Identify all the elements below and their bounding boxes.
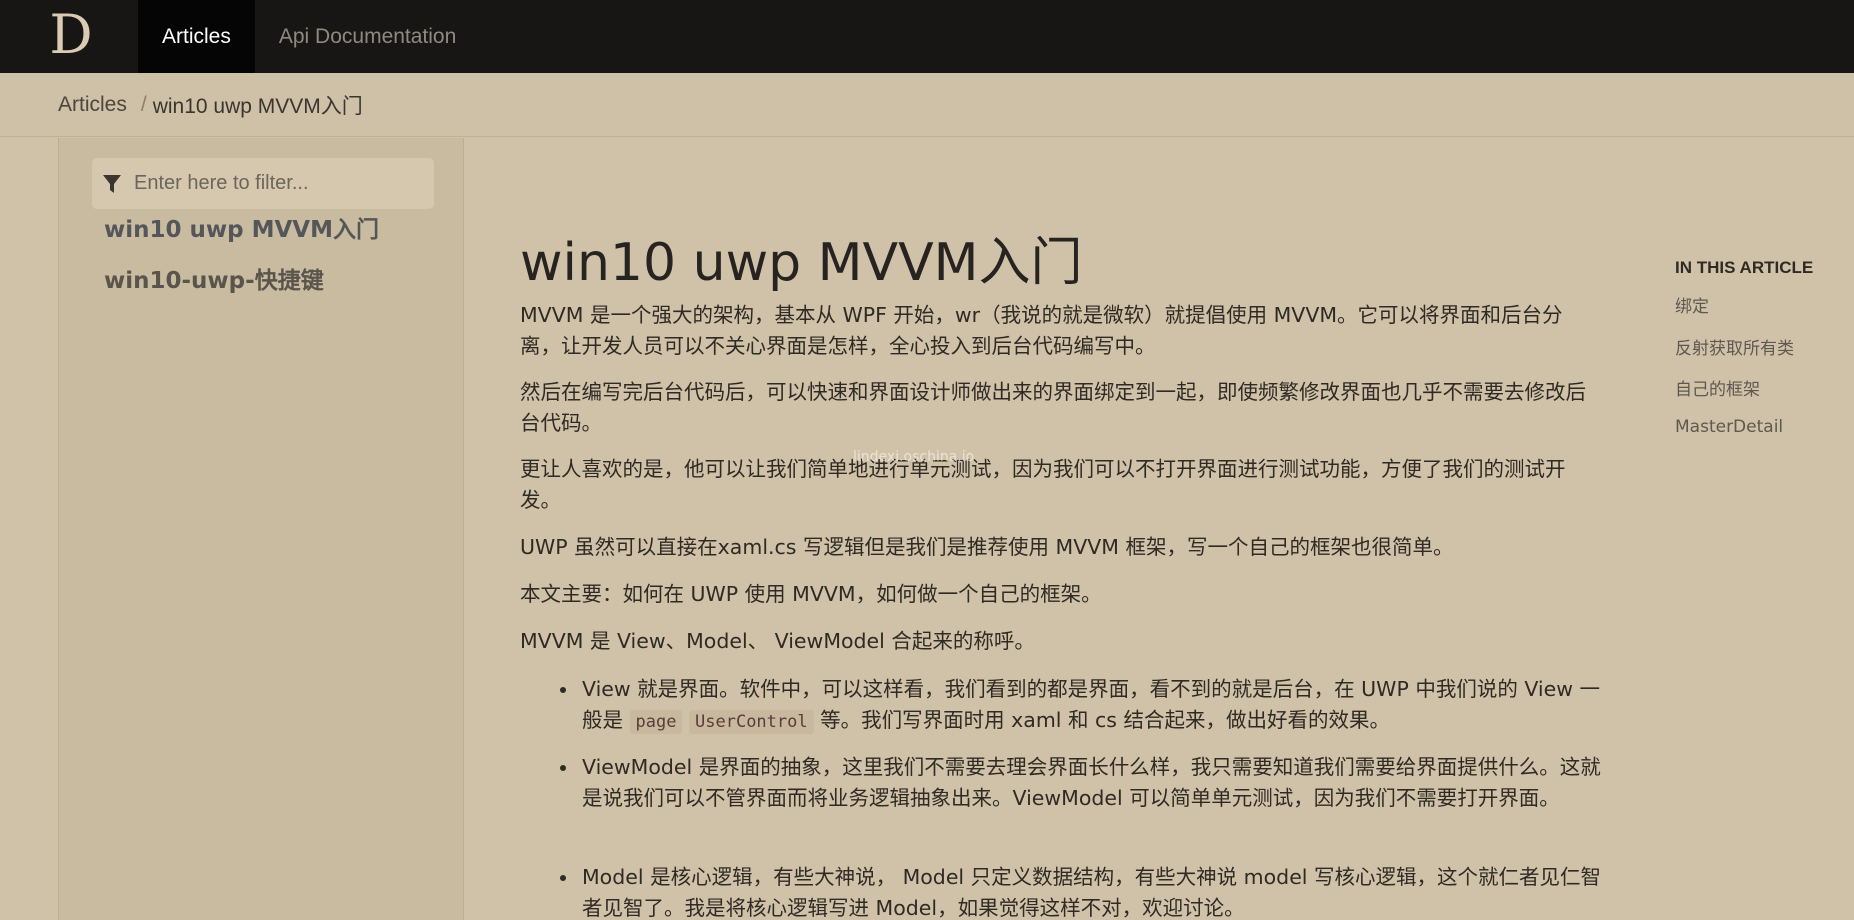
toc-link-masterdetail[interactable]: MasterDetail	[1675, 417, 1854, 459]
sidebar: win10 uwp MVVM入门 win10-uwp-快捷键	[58, 138, 464, 920]
breadcrumb-separator: /	[140, 92, 147, 116]
viewmodel-text: ViewModel 是界面的抽象，这里我们不需要去理会界面长什么样，我只需要知道…	[582, 755, 1601, 810]
toc-link-reflection[interactable]: 反射获取所有类	[1675, 334, 1854, 376]
paragraph-2: 然后在编写完后台代码后，可以快速和界面设计师做出来的界面绑定到一起，即使频繁修改…	[520, 380, 1586, 435]
sidebar-item-mvvm[interactable]: win10 uwp MVVM入门	[104, 210, 379, 244]
paragraph-1: MVVM 是一个强大的架构，基本从 WPF 开始，wr（我说的就是微软）就提倡使…	[520, 303, 1563, 358]
bullet-dot	[560, 875, 566, 881]
bullet-dot	[560, 687, 566, 693]
page-title: win10 uwp MVVM入门	[520, 233, 1083, 293]
watermark: lindexi.oschina.io	[853, 449, 975, 465]
breadcrumb-current: win10 uwp MVVM入门	[152, 94, 363, 118]
paragraph-3: 更让人喜欢的是，他可以让我们简单地进行单元测试，因为我们可以不打开界面进行测试功…	[520, 457, 1566, 512]
bullet-dot	[560, 765, 566, 771]
list-item-viewmodel: ViewModel 是界面的抽象，这里我们不需要去理会界面长什么样，我只需要知道…	[560, 752, 1606, 814]
code-page: page	[629, 710, 683, 734]
code-usercontrol: UserControl	[689, 710, 814, 734]
breadcrumb-articles-link[interactable]: Articles	[58, 93, 127, 117]
filter-icon	[103, 174, 121, 193]
article: win10 uwp MVVM入门 MVVM 是一个强大的架构，基本从 WPF 开…	[520, 138, 1620, 920]
view-text-after: 等。我们写界面时用 xaml 和 cs 结合起来，做出好看的效果。	[813, 708, 1391, 732]
sidebar-item-shortcuts[interactable]: win10-uwp-快捷键	[104, 261, 324, 295]
nav-api-documentation[interactable]: Api Documentation	[255, 0, 480, 73]
filter-input[interactable]	[134, 172, 424, 195]
nav-articles[interactable]: Articles	[138, 0, 255, 73]
site-logo[interactable]: D	[0, 0, 138, 73]
paragraph-5: 本文主要：如何在 UWP 使用 MVVM，如何做一个自己的框架。	[520, 582, 1102, 606]
breadcrumb: Articles / win10 uwp MVVM入门	[0, 73, 1854, 137]
filter-box	[92, 158, 434, 209]
model-text: Model 是核心逻辑，有些大神说， Model 只定义数据结构，有些大神说 m…	[582, 865, 1602, 920]
in-this-article: IN THIS ARTICLE 绑定 反射获取所有类 自己的框架 MasterD…	[1675, 258, 1854, 458]
list-item-model: Model 是核心逻辑，有些大神说， Model 只定义数据结构，有些大神说 m…	[560, 862, 1606, 920]
paragraph-4: UWP 虽然可以直接在xaml.cs 写逻辑但是我们是推荐使用 MVVM 框架，…	[520, 535, 1454, 559]
toc-link-own-framework[interactable]: 自己的框架	[1675, 375, 1854, 417]
in-this-article-heading: IN THIS ARTICLE	[1675, 258, 1814, 277]
top-navbar: D Articles Api Documentation	[0, 0, 1854, 73]
toc-link-binding[interactable]: 绑定	[1675, 292, 1854, 334]
list-item-view: View 就是界面。软件中，可以这样看，我们看到的都是界面，看不到的就是后台，在…	[560, 674, 1606, 738]
logo-letter: D	[49, 2, 92, 66]
paragraph-6: MVVM 是 View、Model、 ViewModel 合起来的称呼。	[520, 629, 1035, 653]
